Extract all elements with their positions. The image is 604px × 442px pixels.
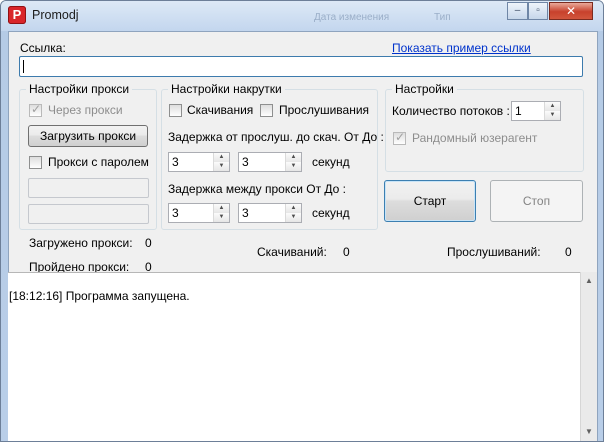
spin-down-icon[interactable]: ▼ xyxy=(545,111,560,120)
delay-proxy-from-value: 3 xyxy=(172,206,179,220)
delay-proxy-to-spinner[interactable]: 3 ▲ ▼ xyxy=(238,203,302,223)
plays-checkbox[interactable] xyxy=(260,104,273,117)
boost-settings-title: Настройки накрутки xyxy=(168,82,285,96)
proxy-settings-title: Настройки прокси xyxy=(26,82,133,96)
spin-down-icon[interactable]: ▼ xyxy=(214,213,229,222)
spin-down-icon[interactable]: ▼ xyxy=(286,162,301,171)
url-label: Ссылка: xyxy=(20,41,66,55)
delay-play-seconds-label: секунд xyxy=(312,155,350,169)
show-example-link[interactable]: Показать пример ссылки xyxy=(392,41,531,55)
downloads-count-value: 0 xyxy=(343,245,350,259)
start-button[interactable]: Старт xyxy=(384,180,476,222)
downloads-label: Скачивания xyxy=(187,103,254,117)
text-cursor xyxy=(23,60,24,73)
delay-play-to-value: 3 xyxy=(242,155,249,169)
plays-count-value: 0 xyxy=(565,245,572,259)
main-window: P Promodj Дата изменения Тип ‒ ▫ ✕ Ссылк… xyxy=(0,0,604,442)
delay-play-label: Задержка от прослуш. до скач. От До : xyxy=(168,130,384,144)
delay-proxy-label: Задержка между прокси От До : xyxy=(168,182,347,196)
random-useragent-checkbox[interactable] xyxy=(393,130,406,145)
boost-settings-group: Настройки накрутки Скачивания Прослушива… xyxy=(161,82,384,230)
threads-value: 1 xyxy=(515,104,522,118)
proxy-password-checkbox[interactable] xyxy=(29,156,42,169)
scroll-down-icon[interactable]: ▼ xyxy=(581,424,597,440)
background-column-type: Тип xyxy=(434,12,451,23)
plays-label: Прослушивания xyxy=(279,103,370,117)
proxy-password-input[interactable] xyxy=(28,204,149,224)
delay-proxy-seconds-label: секунд xyxy=(312,206,350,220)
delay-proxy-to-value: 3 xyxy=(242,206,249,220)
client-area: Ссылка: Показать пример ссылки Настройки… xyxy=(8,31,598,441)
promodj-app-icon: P xyxy=(8,6,26,24)
threads-label: Количество потоков : xyxy=(392,104,510,118)
spin-down-icon[interactable]: ▼ xyxy=(286,213,301,222)
stop-button[interactable]: Стоп xyxy=(490,180,583,222)
scroll-up-icon[interactable]: ▲ xyxy=(581,273,597,289)
threads-spinner[interactable]: 1 ▲ ▼ xyxy=(511,101,561,121)
spin-down-icon[interactable]: ▼ xyxy=(214,162,229,171)
proxy-login-input[interactable] xyxy=(28,178,149,198)
random-useragent-label: Рандомный юзерагент xyxy=(412,131,538,145)
delay-play-to-spinner[interactable]: 3 ▲ ▼ xyxy=(238,152,302,172)
title-bar[interactable]: P Promodj Дата изменения Тип ‒ ▫ ✕ xyxy=(1,1,603,31)
log-textarea[interactable]: [18:12:16] Программа запущена. xyxy=(8,272,581,441)
background-column-date: Дата изменения xyxy=(314,12,390,23)
proxies-loaded-label: Загружено прокси: xyxy=(29,236,133,250)
window-title: Promodj xyxy=(32,8,79,22)
proxy-settings-group: Настройки прокси Через прокси Загрузить … xyxy=(19,82,157,230)
proxy-password-label: Прокси с паролем xyxy=(48,155,149,169)
use-proxy-checkbox[interactable] xyxy=(29,102,42,117)
settings-title: Настройки xyxy=(392,82,457,96)
minimize-button[interactable]: ‒ xyxy=(507,2,528,20)
delay-play-from-spinner[interactable]: 3 ▲ ▼ xyxy=(168,152,230,172)
close-button[interactable]: ✕ xyxy=(549,2,593,20)
settings-group: Настройки Количество потоков : 1 ▲▼ Ранд… xyxy=(385,82,584,172)
url-input[interactable] xyxy=(19,56,583,77)
downloads-count-label: Скачиваний: xyxy=(257,245,327,259)
log-scrollbar[interactable]: ▲ ▼ xyxy=(580,272,597,441)
maximize-button[interactable]: ▫ xyxy=(528,2,548,20)
log-line: [18:12:16] Программа запущена. xyxy=(9,289,190,303)
load-proxy-button[interactable]: Загрузить прокси xyxy=(28,125,148,147)
proxies-loaded-value: 0 xyxy=(145,236,152,250)
delay-proxy-from-spinner[interactable]: 3 ▲ ▼ xyxy=(168,203,230,223)
use-proxy-label: Через прокси xyxy=(48,103,123,117)
plays-count-label: Прослушиваний: xyxy=(447,245,541,259)
delay-play-from-value: 3 xyxy=(172,155,179,169)
downloads-checkbox[interactable] xyxy=(169,104,182,117)
